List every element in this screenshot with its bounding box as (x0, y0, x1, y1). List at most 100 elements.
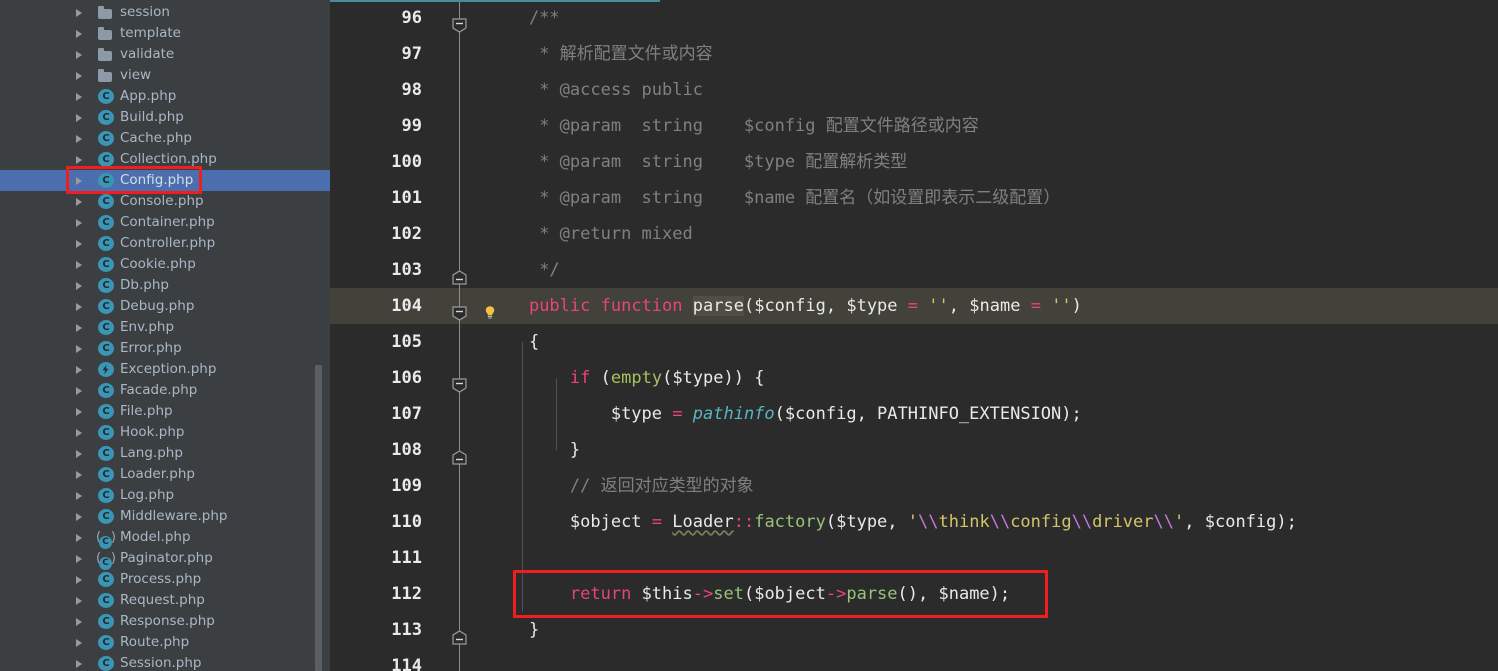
tree-item-container-php[interactable]: Container.php (0, 212, 330, 233)
intention-lightbulb-icon[interactable] (482, 298, 498, 319)
code-text[interactable]: $object = Loader::factory($type, '\\thin… (480, 504, 1498, 540)
code-text[interactable]: if (empty($type)) { (480, 360, 1498, 396)
fold-gutter[interactable] (440, 0, 480, 36)
code-line-96[interactable]: 96 /** (330, 0, 1498, 36)
code-line-110[interactable]: 110 $object = Loader::factory($type, '\\… (330, 504, 1498, 540)
expand-arrow-icon[interactable] (76, 470, 82, 479)
expand-arrow-icon[interactable] (76, 365, 82, 374)
expand-arrow-icon[interactable] (76, 50, 82, 59)
tree-item-facade-php[interactable]: Facade.php (0, 380, 330, 401)
tree-item-session[interactable]: session (0, 2, 330, 23)
expand-arrow-icon[interactable] (76, 344, 82, 353)
expand-arrow-icon[interactable] (76, 29, 82, 38)
tree-item-build-php[interactable]: Build.php (0, 107, 330, 128)
expand-arrow-icon[interactable] (76, 407, 82, 416)
expand-arrow-icon[interactable] (76, 323, 82, 332)
fold-gutter[interactable] (440, 612, 480, 648)
code-line-102[interactable]: 102 * @return mixed (330, 216, 1498, 252)
expand-arrow-icon[interactable] (76, 449, 82, 458)
code-text[interactable]: return $this->set($object->parse(), $nam… (480, 576, 1498, 612)
code-text[interactable]: // 返回对应类型的对象 (480, 468, 1498, 504)
expand-arrow-icon[interactable] (76, 512, 82, 521)
tree-item-lang-php[interactable]: Lang.php (0, 443, 330, 464)
expand-arrow-icon[interactable] (76, 491, 82, 500)
expand-arrow-icon[interactable] (76, 134, 82, 143)
code-text[interactable] (480, 648, 1498, 671)
fold-end-icon[interactable] (451, 622, 468, 645)
fold-gutter[interactable] (440, 36, 480, 72)
tree-item-response-php[interactable]: Response.php (0, 611, 330, 632)
tree-item-validate[interactable]: validate (0, 44, 330, 65)
fold-start-icon[interactable] (451, 10, 468, 33)
code-text[interactable]: */ (480, 252, 1498, 288)
tree-item-route-php[interactable]: Route.php (0, 632, 330, 653)
fold-gutter[interactable] (440, 216, 480, 252)
fold-gutter[interactable] (440, 252, 480, 288)
fold-gutter[interactable] (440, 360, 480, 396)
expand-arrow-icon[interactable] (76, 638, 82, 647)
tree-item-model-php[interactable]: ()Model.php (0, 527, 330, 549)
fold-gutter[interactable] (440, 468, 480, 504)
fold-gutter[interactable] (440, 72, 480, 108)
code-text[interactable]: * @param string $config 配置文件路径或内容 (480, 108, 1498, 144)
expand-arrow-icon[interactable] (76, 113, 82, 122)
code-text[interactable]: { (480, 324, 1498, 360)
tree-item-error-php[interactable]: Error.php (0, 338, 330, 359)
tree-item-template[interactable]: template (0, 23, 330, 44)
fold-start-icon[interactable] (451, 298, 468, 321)
tree-item-loader-php[interactable]: Loader.php (0, 464, 330, 485)
tree-item-file-php[interactable]: File.php (0, 401, 330, 422)
code-line-105[interactable]: 105 { (330, 324, 1498, 360)
project-tree-panel[interactable]: session template validate view App.php Build.… (0, 0, 330, 671)
code-line-109[interactable]: 109 // 返回对应类型的对象 (330, 468, 1498, 504)
expand-arrow-icon[interactable] (76, 659, 82, 668)
code-line-104[interactable]: 104 public function parse($config, $type… (330, 288, 1498, 324)
fold-end-icon[interactable] (451, 442, 468, 465)
code-text[interactable]: * @return mixed (480, 216, 1498, 252)
fold-gutter[interactable] (440, 144, 480, 180)
fold-gutter[interactable] (440, 288, 495, 324)
tree-item-hook-php[interactable]: Hook.php (0, 422, 330, 443)
expand-arrow-icon[interactable] (76, 155, 82, 164)
tree-item-controller-php[interactable]: Controller.php (0, 233, 330, 254)
code-line-100[interactable]: 100 * @param string $type 配置解析类型 (330, 144, 1498, 180)
tree-item-cookie-php[interactable]: Cookie.php (0, 254, 330, 275)
code-lines-container[interactable]: 96 /** 97 * 解析配置文件或内容 98 * @access public 9… (330, 0, 1498, 671)
tree-item-log-php[interactable]: Log.php (0, 485, 330, 506)
code-text[interactable]: $type = pathinfo($config, PATHINFO_EXTEN… (480, 396, 1498, 432)
code-text[interactable]: * @param string $type 配置解析类型 (480, 144, 1498, 180)
expand-arrow-icon[interactable] (76, 617, 82, 626)
tree-item-db-php[interactable]: Db.php (0, 275, 330, 296)
expand-arrow-icon[interactable] (76, 575, 82, 584)
expand-arrow-icon[interactable] (76, 302, 82, 311)
expand-arrow-icon[interactable] (76, 428, 82, 437)
code-line-99[interactable]: 99 * @param string $config 配置文件路径或内容 (330, 108, 1498, 144)
expand-arrow-icon[interactable] (76, 8, 82, 17)
fold-gutter[interactable] (440, 648, 480, 671)
code-line-101[interactable]: 101 * @param string $name 配置名（如设置即表示二级配置… (330, 180, 1498, 216)
tree-item-request-php[interactable]: Request.php (0, 590, 330, 611)
code-text[interactable] (480, 540, 1498, 576)
code-text[interactable]: * @access public (480, 72, 1498, 108)
expand-arrow-icon[interactable] (76, 596, 82, 605)
code-line-98[interactable]: 98 * @access public (330, 72, 1498, 108)
project-file-tree[interactable]: session template validate view App.php Build.… (0, 2, 330, 671)
fold-end-icon[interactable] (451, 262, 468, 285)
code-line-103[interactable]: 103 */ (330, 252, 1498, 288)
tree-item-session-php[interactable]: Session.php (0, 653, 330, 671)
code-text[interactable]: * @param string $name 配置名（如设置即表示二级配置） (480, 180, 1498, 216)
fold-gutter[interactable] (440, 504, 480, 540)
code-editor[interactable]: 96 /** 97 * 解析配置文件或内容 98 * @access public 9… (330, 0, 1498, 671)
fold-gutter[interactable] (440, 540, 480, 576)
fold-start-icon[interactable] (451, 370, 468, 393)
code-line-111[interactable]: 111 (330, 540, 1498, 576)
expand-arrow-icon[interactable] (76, 554, 82, 563)
expand-arrow-icon[interactable] (76, 386, 82, 395)
expand-arrow-icon[interactable] (76, 218, 82, 227)
fold-gutter[interactable] (440, 180, 480, 216)
expand-arrow-icon[interactable] (76, 281, 82, 290)
expand-arrow-icon[interactable] (76, 239, 82, 248)
expand-arrow-icon[interactable] (76, 260, 82, 269)
code-text[interactable]: } (480, 432, 1498, 468)
code-text[interactable]: * 解析配置文件或内容 (480, 36, 1498, 72)
